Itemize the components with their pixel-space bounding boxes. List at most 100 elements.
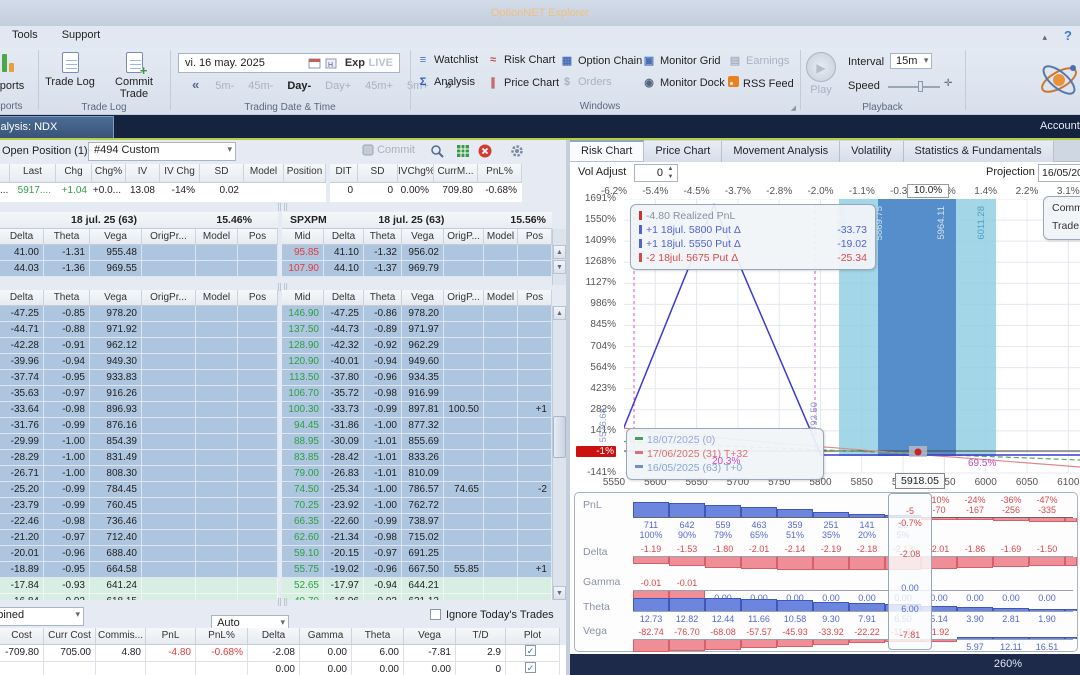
interval-select[interactable]: 15m bbox=[890, 53, 933, 69]
toolbar-button-option-chain[interactable]: ▦ Option Chain bbox=[560, 54, 642, 67]
scrollbar-vertical[interactable]: ▲ ▼ bbox=[552, 306, 566, 600]
speed-slider[interactable] bbox=[888, 86, 940, 88]
option-row[interactable]: 94.45 -31.86 -1.00 877.32 bbox=[282, 418, 552, 434]
tab-volatility[interactable]: Volatility bbox=[840, 141, 904, 162]
tab-statistics-fundamentals[interactable]: Statistics & Fundamentals bbox=[903, 141, 1054, 162]
option-row[interactable]: -28.29 -1.00 831.49 bbox=[0, 450, 278, 466]
option-row[interactable]: 120.90 -40.01 -0.94 949.60 bbox=[282, 354, 552, 370]
position-mode-select[interactable]: Combined bbox=[0, 607, 84, 626]
nav-45mminus[interactable]: 45m- bbox=[248, 80, 273, 92]
option-row[interactable]: 95.85 41.10 -1.32 956.02 bbox=[282, 245, 552, 261]
menu-item-support[interactable]: Support bbox=[50, 26, 113, 44]
ribbon-collapse-icon[interactable]: ▴ bbox=[1042, 32, 1047, 42]
search-icon[interactable] bbox=[430, 144, 444, 158]
tab-price-chart[interactable]: Price Chart bbox=[644, 141, 723, 162]
scrollbar-vertical[interactable]: ▲ ▼ bbox=[552, 229, 566, 285]
toolbar-button-earnings[interactable]: ▤ Earnings bbox=[728, 54, 790, 67]
option-row[interactable]: -39.96 -0.94 949.30 bbox=[0, 354, 278, 370]
option-row[interactable]: 88.95 -30.09 -1.01 855.69 bbox=[282, 434, 552, 450]
option-row[interactable]: -33.64 -0.98 896.93 bbox=[0, 402, 278, 418]
option-row[interactable]: -25.20 -0.99 784.45 bbox=[0, 482, 278, 498]
option-row[interactable]: 137.50 -44.73 -0.89 971.97 bbox=[282, 322, 552, 338]
option-row[interactable]: 66.35 -22.60 -0.99 738.97 bbox=[282, 514, 552, 530]
option-row[interactable]: -42.28 -0.91 962.12 bbox=[0, 338, 278, 354]
toolbar-button-risk-chart[interactable]: ≈ Risk Chart bbox=[486, 54, 555, 66]
toolbar-button-rss-feed[interactable]: RSS Feed bbox=[728, 76, 794, 90]
nav-45mplus[interactable]: 45m+ bbox=[365, 80, 393, 92]
help-icon[interactable]: ? bbox=[1064, 28, 1072, 43]
option-row[interactable]: -23.79 -0.99 760.45 bbox=[0, 498, 278, 514]
prev-day-icon[interactable]: « bbox=[192, 77, 199, 92]
toolbar-button-monitor-dock[interactable]: ◉ Monitor Dock bbox=[642, 76, 725, 89]
speed-slider-thumb[interactable] bbox=[918, 81, 923, 92]
toolbar-button-analysis[interactable]: Σ Analysis bbox=[416, 76, 475, 88]
tab-movement-analysis[interactable]: Movement Analysis bbox=[722, 141, 841, 162]
reports-button[interactable]: Reports bbox=[0, 80, 35, 92]
plot-checkbox[interactable]: ✓ bbox=[525, 662, 536, 673]
windows-dialog-launcher-icon[interactable]: ◢ bbox=[791, 104, 796, 112]
nav-Dayminus[interactable]: Day- bbox=[287, 80, 311, 92]
zoom-level[interactable]: 260% bbox=[994, 654, 1022, 675]
plot-checkbox[interactable]: ✓ bbox=[525, 645, 536, 656]
close-position-icon[interactable] bbox=[478, 144, 492, 158]
projection-date-input[interactable]: 16/05/202 bbox=[1038, 164, 1080, 182]
option-row[interactable]: -22.46 -0.98 736.46 bbox=[0, 514, 278, 530]
option-row[interactable]: 128.90 -42.32 -0.92 962.29 bbox=[282, 338, 552, 354]
commit-trade-button[interactable]: Commit Trade bbox=[102, 52, 166, 100]
option-row[interactable]: 44.03 -1.36 969.55 bbox=[0, 261, 278, 277]
splitter-handle[interactable]: ⣿⣿ bbox=[0, 204, 566, 211]
position-select[interactable]: #494 Custom bbox=[88, 142, 236, 161]
iv-projection-box[interactable]: 10.0% bbox=[907, 184, 949, 198]
option-row[interactable]: -20.01 -0.96 688.40 bbox=[0, 546, 278, 562]
option-row[interactable]: -35.63 -0.97 916.26 bbox=[0, 386, 278, 402]
option-row[interactable]: -47.25 -0.85 978.20 bbox=[0, 306, 278, 322]
toolbar-button-watchlist[interactable]: ≡ Watchlist bbox=[416, 54, 478, 66]
option-row[interactable]: 146.90 -47.25 -0.86 978.20 bbox=[282, 306, 552, 322]
option-row[interactable]: 107.90 44.10 -1.37 969.79 bbox=[282, 261, 552, 277]
option-row[interactable]: 100.30 -33.73 -0.99 897.81 100.50 +1 bbox=[282, 402, 552, 418]
toolbar-button-price-chart[interactable]: ∥ Price Chart bbox=[486, 76, 559, 89]
nav-5mminus[interactable]: 5m- bbox=[215, 80, 234, 92]
play-button[interactable]: ▶ bbox=[806, 52, 836, 82]
tab-analysis-ndx[interactable]: Analysis: NDX bbox=[0, 116, 114, 138]
vol-adjust-spinner[interactable]: 0 ▲ ▼ bbox=[634, 164, 678, 182]
option-row[interactable]: -29.99 -1.00 854.39 bbox=[0, 434, 278, 450]
gear-icon[interactable] bbox=[510, 144, 524, 158]
option-row[interactable]: 83.85 -28.42 -1.01 833.26 bbox=[282, 450, 552, 466]
option-row[interactable]: -31.76 -0.99 876.16 bbox=[0, 418, 278, 434]
option-row[interactable]: -21.20 -0.97 712.40 bbox=[0, 530, 278, 546]
live-label[interactable]: LIVE bbox=[369, 54, 393, 72]
trade-row[interactable]: -709.80 705.00 4.80 -4.80 -0.68% -2.08 0.00 6.0… bbox=[0, 645, 566, 662]
trading-date-input[interactable]: vi. 16 may. 2025 H Exp LIVE bbox=[178, 53, 400, 73]
menu-item-tools[interactable]: Tools bbox=[0, 26, 50, 44]
speed-plus-icon[interactable]: ✛ bbox=[944, 78, 952, 89]
option-row[interactable]: -37.74 -0.95 933.83 bbox=[0, 370, 278, 386]
option-row[interactable]: -26.71 -1.00 808.30 bbox=[0, 466, 278, 482]
toolbar-button-monitor-grid[interactable]: ▣ Monitor Grid bbox=[642, 54, 721, 67]
option-row[interactable]: 52.65 -17.97 -0.94 644.21 bbox=[282, 578, 552, 594]
commit-button[interactable]: Commit bbox=[362, 144, 415, 156]
expiry-calendar-icon[interactable]: H bbox=[325, 57, 337, 69]
option-row[interactable]: 79.00 -26.83 -1.01 810.09 bbox=[282, 466, 552, 482]
ignore-trades-checkbox[interactable]: Ignore Today's Trades bbox=[430, 609, 554, 621]
trade-log-button[interactable]: Trade Log bbox=[40, 52, 100, 88]
option-row[interactable]: 59.10 -20.15 -0.97 691.25 bbox=[282, 546, 552, 562]
table-row[interactable]: ... 5917.... +1.04 +0.0... 13.08 -14% 0.02 bbox=[0, 183, 326, 202]
exp-label[interactable]: Exp bbox=[345, 54, 365, 72]
option-row[interactable]: 62.60 -21.34 -0.98 715.02 bbox=[282, 530, 552, 546]
tab-risk-chart[interactable]: Risk Chart bbox=[570, 140, 645, 161]
export-icon[interactable] bbox=[456, 144, 470, 158]
option-row[interactable]: 74.50 -25.34 -1.00 786.57 74.65 -2 bbox=[282, 482, 552, 498]
table-row[interactable]: 0 0 0.00% 709.80 -0.68% bbox=[330, 183, 522, 202]
option-row[interactable]: 55.75 -19.02 -0.96 667.50 55.85 +1 bbox=[282, 562, 552, 578]
comments-box[interactable]: Comm Trade C bbox=[1043, 196, 1080, 240]
option-row[interactable]: 113.50 -37.80 -0.96 934.35 bbox=[282, 370, 552, 386]
option-row[interactable]: -44.71 -0.88 971.92 bbox=[0, 322, 278, 338]
scrollbar-thumb[interactable] bbox=[553, 416, 566, 458]
option-row[interactable]: -17.84 -0.93 641.24 bbox=[0, 578, 278, 594]
option-row[interactable]: 41.00 -1.31 955.48 bbox=[0, 245, 278, 261]
nav-Dayplus[interactable]: Day+ bbox=[325, 80, 351, 92]
option-row[interactable]: 106.70 -35.72 -0.98 916.99 bbox=[282, 386, 552, 402]
calendar-icon[interactable] bbox=[308, 57, 321, 69]
trade-row[interactable]: 0.00 0.00 0.00 0.00 0 ✓ bbox=[0, 662, 566, 675]
